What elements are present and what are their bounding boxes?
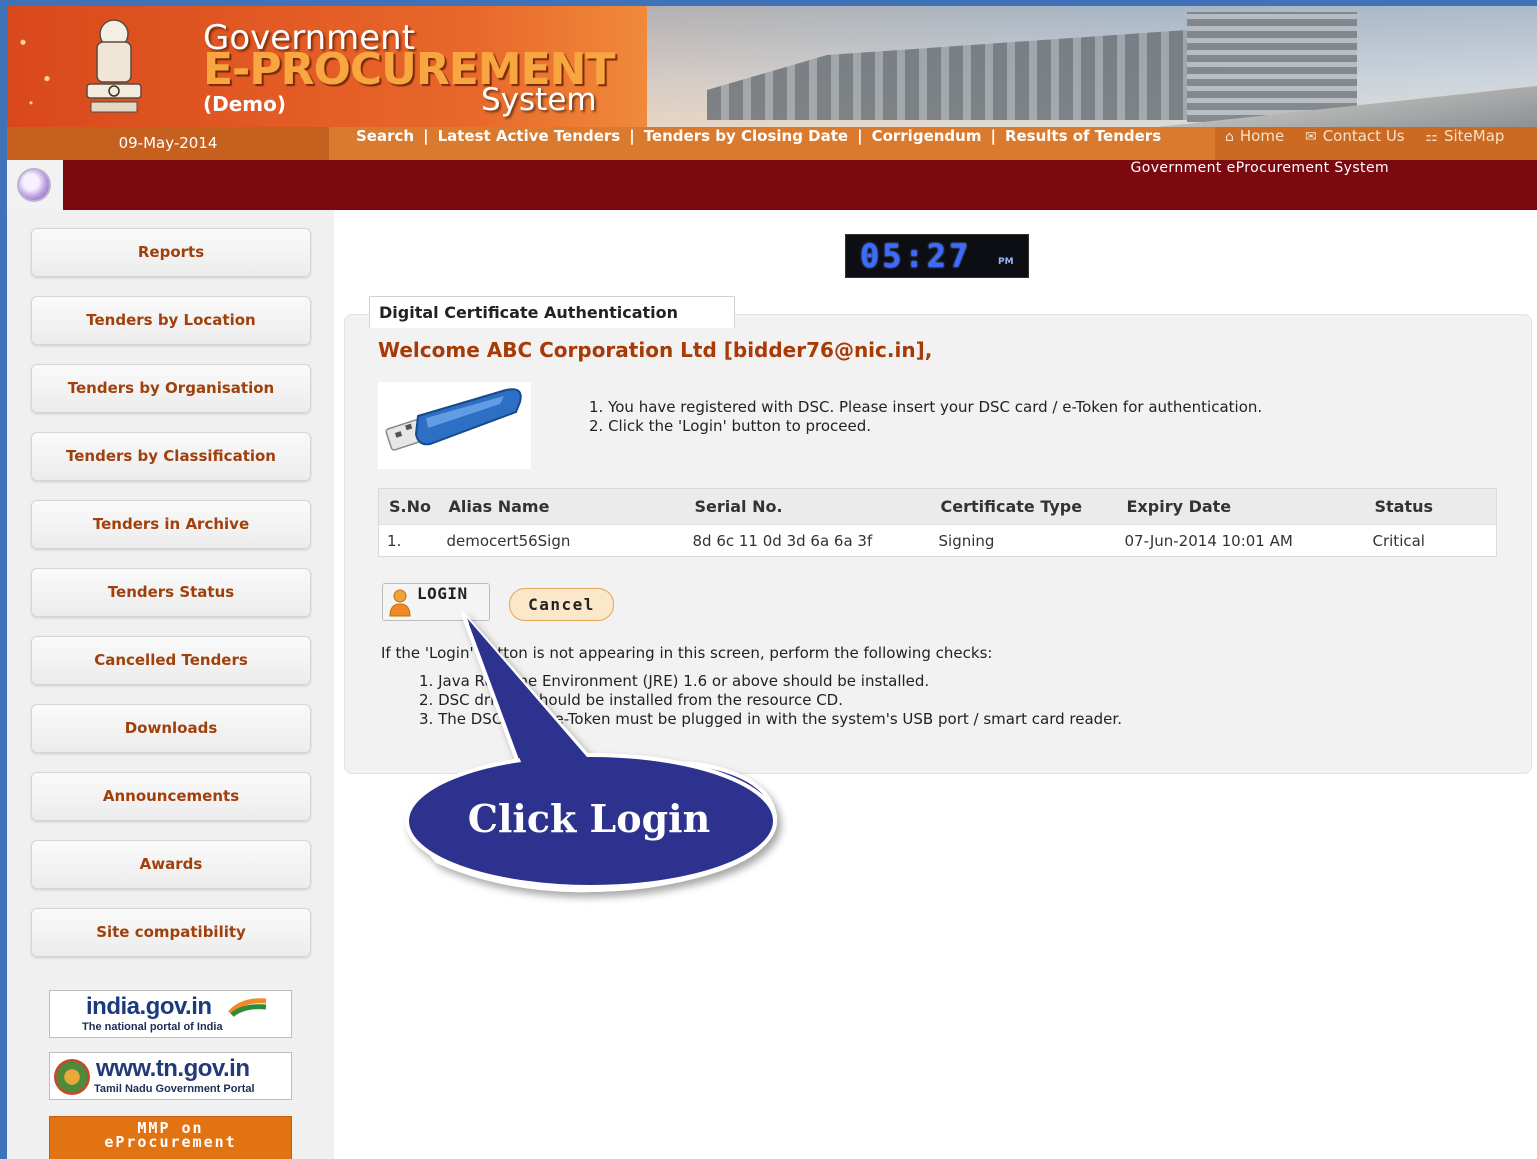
sitemap-link-label: SiteMap <box>1443 127 1505 145</box>
crystal-ball-icon[interactable] <box>17 168 51 202</box>
certificate-table: S.No Alias Name Serial No. Certificate T… <box>378 488 1497 557</box>
mmp-eprocurement-link[interactable]: MMP on eProcurement <box>49 1116 292 1159</box>
user-key-icon <box>389 589 411 617</box>
sidebar-item-announcements[interactable]: Announcements <box>31 772 311 821</box>
col-header-certificate-type: Certificate Type <box>930 488 1117 525</box>
banner-title-system: System <box>481 82 597 118</box>
current-date: 09-May-2014 <box>7 127 329 160</box>
banner-demo-label: (Demo) <box>203 92 287 116</box>
cancel-button[interactable]: Cancel <box>509 588 614 621</box>
clock-ampm: PM <box>998 257 1014 267</box>
sidebar-item-cancelled-tenders[interactable]: Cancelled Tenders <box>31 636 311 685</box>
col-header-alias-name: Alias Name <box>438 488 685 525</box>
tn-gov-portal-link[interactable]: www.tn.gov.in Tamil Nadu Government Port… <box>49 1052 292 1100</box>
cell-alias-name: democert56Sign <box>438 524 685 557</box>
cell-expiry-date: 07-Jun-2014 10:01 AM <box>1116 524 1365 557</box>
national-emblem-icon <box>86 19 142 113</box>
sidebar-item-site-compatibility[interactable]: Site compatibility <box>31 908 311 957</box>
sitemap-link[interactable]: ⚏ SiteMap <box>1425 127 1504 145</box>
mmp-title-line2: eProcurement <box>104 1133 237 1151</box>
home-link-label: Home <box>1239 127 1285 145</box>
table-header-row: S.No Alias Name Serial No. Certificate T… <box>378 488 1497 525</box>
sitemap-icon: ⚏ <box>1425 129 1438 145</box>
usb-token-image <box>378 382 531 469</box>
callout-text: Click Login <box>467 796 711 841</box>
col-header-status: Status <box>1364 488 1497 525</box>
nav-link-results-of-tenders[interactable]: Results of Tenders <box>1005 127 1161 145</box>
banner-building-image <box>1187 12 1357 122</box>
cell-sno: 1. <box>378 524 439 557</box>
page: Government E-PROCUREMENT System (Demo) 0… <box>7 6 1537 1159</box>
title-strip: Government eProcurement System <box>7 160 1537 210</box>
panel-tab-title: Digital Certificate Authentication <box>369 296 735 328</box>
login-button-label: LOGIN <box>417 584 468 603</box>
banner-stars <box>7 6 87 127</box>
col-header-expiry-date: Expiry Date <box>1116 488 1365 525</box>
instruction-item: 1. You have registered with DSC. Please … <box>589 398 1263 416</box>
tn-portal-title: www.tn.gov.in <box>96 1055 250 1082</box>
sidebar: Reports Tenders by Location Tenders by O… <box>7 210 334 1159</box>
contact-us-link[interactable]: ✉ Contact Us <box>1305 127 1405 145</box>
nav-separator: | <box>629 127 635 145</box>
sidebar-item-tenders-in-archive[interactable]: Tenders in Archive <box>31 500 311 549</box>
contact-us-link-label: Contact Us <box>1322 127 1405 145</box>
home-icon: ⌂ <box>1225 129 1234 145</box>
sidebar-item-awards[interactable]: Awards <box>31 840 311 889</box>
clock-time: 05:27 <box>860 237 972 275</box>
nav-link-latest-active-tenders[interactable]: Latest Active Tenders <box>438 127 621 145</box>
sidebar-item-tenders-by-classification[interactable]: Tenders by Classification <box>31 432 311 481</box>
check-item: 2. DSC drivers should be installed from … <box>419 691 843 709</box>
table-row[interactable]: 1. democert56Sign 8d 6c 11 0d 3d 6a 6a 3… <box>378 524 1497 557</box>
cell-certificate-type: Signing <box>930 524 1117 557</box>
troubleshoot-intro: If the 'Login' button is not appearing i… <box>381 644 993 662</box>
nav-link-tenders-by-closing-date[interactable]: Tenders by Closing Date <box>644 127 848 145</box>
top-navigation-bar: 09-May-2014 Search | Latest Active Tenders… <box>7 127 1537 160</box>
check-item: 1. Java Runtime Environment (JRE) 1.6 or… <box>419 672 930 690</box>
login-button[interactable]: LOGIN <box>382 583 490 621</box>
digital-clock: 05:27 PM <box>845 234 1029 278</box>
col-header-sno: S.No <box>378 488 439 525</box>
troubleshoot-checks: 1. Java Runtime Environment (JRE) 1.6 or… <box>419 672 1122 729</box>
mail-icon: ✉ <box>1304 129 1317 145</box>
sidebar-item-tenders-by-organisation[interactable]: Tenders by Organisation <box>31 364 311 413</box>
strip-icon-box <box>7 160 63 210</box>
sidebar-item-tenders-by-location[interactable]: Tenders by Location <box>31 296 311 345</box>
india-flag-icon <box>228 998 267 1017</box>
home-link[interactable]: ⌂ Home <box>1225 127 1284 145</box>
sidebar-item-reports[interactable]: Reports <box>31 228 311 277</box>
india-portal-subtitle: The national portal of India <box>82 1021 223 1033</box>
usb-token-icon <box>385 388 522 451</box>
tn-emblem-icon <box>54 1059 90 1095</box>
nav-separator: | <box>857 127 863 145</box>
cell-serial-no: 8d 6c 11 0d 3d 6a 6a 3f <box>684 524 931 557</box>
sidebar-item-tenders-status[interactable]: Tenders Status <box>31 568 311 617</box>
sidebar-item-downloads[interactable]: Downloads <box>31 704 311 753</box>
header-banner: Government E-PROCUREMENT System (Demo) <box>7 6 1537 127</box>
instruction-item: 2. Click the 'Login' button to proceed. <box>589 417 872 435</box>
india-gov-portal-link[interactable]: india.gov.in The national portal of Indi… <box>49 990 292 1038</box>
india-portal-title: india.gov.in <box>86 993 212 1020</box>
nav-link-corrigendum[interactable]: Corrigendum <box>872 127 982 145</box>
primary-nav-links: Search | Latest Active Tenders | Tenders by … <box>356 127 1161 160</box>
tn-portal-subtitle: Tamil Nadu Government Portal <box>94 1083 255 1095</box>
nav-link-search[interactable]: Search <box>356 127 414 145</box>
nav-separator: | <box>423 127 429 145</box>
col-header-serial-no: Serial No. <box>684 488 931 525</box>
nav-separator: | <box>990 127 996 145</box>
cell-status: Critical <box>1364 524 1497 557</box>
welcome-message: Welcome ABC Corporation Ltd [bidder76@ni… <box>378 338 933 362</box>
dsc-instructions: 1. You have registered with DSC. Please … <box>589 398 1262 436</box>
utility-links: ⌂ Home ✉ Contact Us ⚏ SiteMap <box>1215 127 1537 160</box>
strip-title: Government eProcurement System <box>1130 160 1389 176</box>
check-item: 3. The DSC card / e-Token must be plugge… <box>419 710 1122 728</box>
